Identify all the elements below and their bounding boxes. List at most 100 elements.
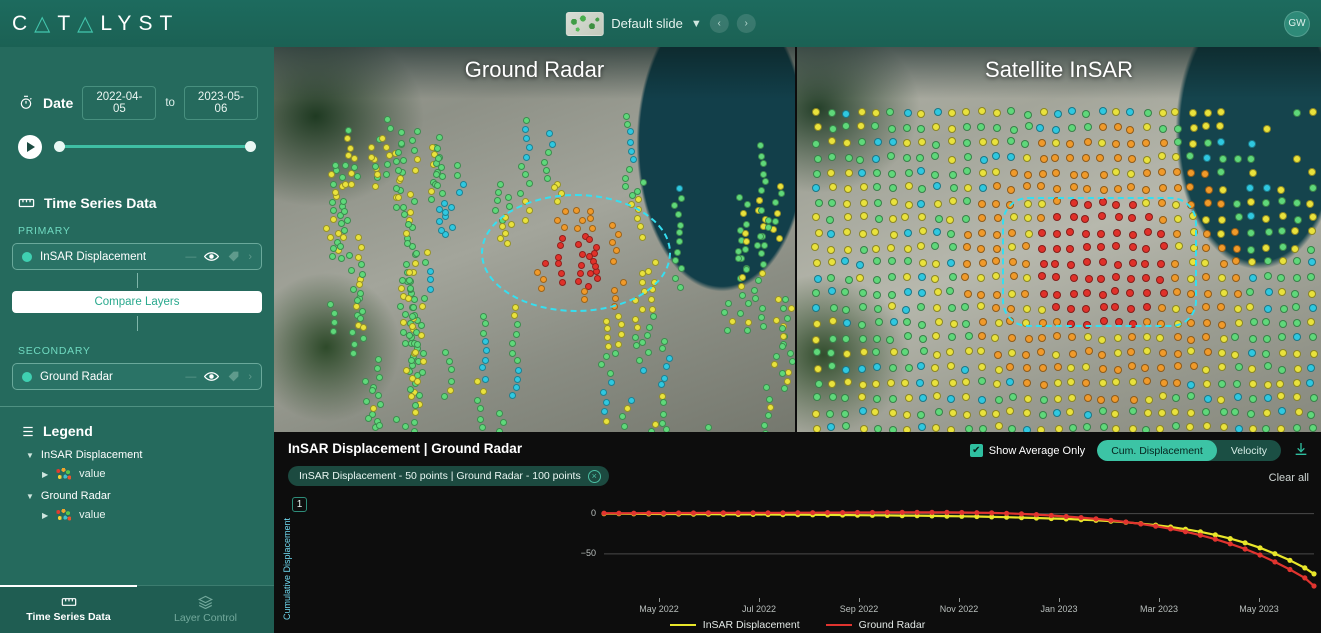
prev-slide-button[interactable]: ‹ <box>710 14 729 33</box>
slide-label: Default slide <box>611 16 683 31</box>
slider-track <box>54 145 256 148</box>
legend-item-ground-radar[interactable]: Ground Radar <box>826 619 926 631</box>
caret-down-icon[interactable]: ▼ <box>26 492 34 501</box>
next-slide-button[interactable]: › <box>737 14 756 33</box>
timeseries-title: Time Series Data <box>44 195 157 211</box>
clear-all-button[interactable]: Clear all <box>1269 472 1309 484</box>
map-area: Ground Radar Satellite InSAR <box>274 47 1321 432</box>
chart-panel: InSAR Displacement | Ground Radar InSAR … <box>274 432 1321 633</box>
checkbox-icon[interactable]: ✔ <box>970 444 983 457</box>
primary-group-label: PRIMARY <box>0 225 274 237</box>
sidebar-scroll: Date 2022-04-05 to 2023-05-06 <box>0 86 274 624</box>
date-to-input[interactable]: 2023-05-06 <box>184 86 258 120</box>
x-axis-tick: Jul 2022 <box>742 604 776 614</box>
x-axis-tick: Jan 2023 <box>1040 604 1077 614</box>
secondary-group-label: SECONDARY <box>0 345 274 357</box>
selection-chip[interactable]: InSAR Displacement - 50 points | Ground … <box>288 466 609 486</box>
legend-node-insar[interactable]: ▼ InSAR Displacement <box>0 449 274 461</box>
list-icon <box>18 425 34 438</box>
map-panel-ground-radar[interactable]: Ground Radar <box>274 47 795 432</box>
caret-right-icon[interactable]: ▶ <box>42 511 48 520</box>
app-logo: C△T△LYST <box>12 11 179 36</box>
legend-node-ground-radar[interactable]: ▼ Ground Radar <box>0 490 274 502</box>
tab-label: Layer Control <box>174 612 237 624</box>
tag-icon[interactable] <box>227 370 240 383</box>
map-title: Satellite InSAR <box>797 57 1321 83</box>
legend-swatch <box>670 624 696 626</box>
selection-chip-label: InSAR Displacement - 50 points | Ground … <box>299 470 581 482</box>
tab-label: Time Series Data <box>26 611 110 623</box>
compare-layers-button[interactable]: Compare Layers <box>12 291 262 313</box>
top-bar: C△T△LYST Default slide ▼ ‹ › GW <box>0 0 1321 47</box>
show-average-only-toggle[interactable]: ✔ Show Average Only <box>970 444 1085 457</box>
y-axis-tick: 0 <box>570 508 596 518</box>
connector-top <box>137 273 138 288</box>
x-axis-tick-mark <box>1059 598 1060 602</box>
close-icon[interactable]: × <box>588 470 601 483</box>
x-axis-tick-mark <box>759 598 760 602</box>
layer-expand-chevron-icon[interactable]: › <box>248 371 252 383</box>
x-axis-tick-mark <box>859 598 860 602</box>
legend-leaf-label: value <box>79 509 105 521</box>
chevron-down-icon[interactable]: ▼ <box>691 18 702 30</box>
eye-icon[interactable] <box>204 371 219 382</box>
download-icon[interactable] <box>1293 441 1309 460</box>
chart-toolbar: ✔ Show Average Only Cum. Displacement Ve… <box>970 440 1309 461</box>
chart-mode-segmented-control[interactable]: Cum. Displacement Velocity <box>1097 440 1281 461</box>
legend-label: Ground Radar <box>859 619 926 631</box>
segment-cum-displacement[interactable]: Cum. Displacement <box>1097 440 1217 461</box>
tag-icon[interactable] <box>227 250 240 263</box>
timeseries-header: Time Series Data <box>0 195 274 211</box>
x-axis-tick: May 2022 <box>639 604 679 614</box>
color-dots-icon <box>56 468 71 480</box>
layer-row-ground-radar[interactable]: Ground Radar — › <box>12 363 262 390</box>
slider-handle-start[interactable] <box>54 141 65 152</box>
slider-handle-end[interactable] <box>245 141 256 152</box>
tab-time-series-data[interactable]: Time Series Data <box>0 586 137 633</box>
play-button[interactable] <box>18 135 42 159</box>
app-root: C△T△LYST Default slide ▼ ‹ › GW Date 202… <box>0 0 1321 633</box>
caret-down-icon[interactable]: ▼ <box>26 451 34 460</box>
series-index-badge[interactable]: 1 <box>292 497 307 512</box>
layer-name: Ground Radar <box>40 371 177 383</box>
chart-legend: InSAR Displacement Ground Radar <box>274 619 1321 631</box>
chart-title: InSAR Displacement | Ground Radar <box>288 441 522 456</box>
x-axis-tick-mark <box>659 598 660 602</box>
legend-leaf-ground-radar-value[interactable]: ▶ value <box>0 509 274 521</box>
date-section: Date 2022-04-05 to 2023-05-06 <box>0 86 274 120</box>
legend-leaf-label: value <box>79 468 105 480</box>
map-title: Ground Radar <box>274 57 795 83</box>
eye-icon[interactable] <box>204 251 219 262</box>
show-average-only-label: Show Average Only <box>989 445 1085 457</box>
caret-right-icon[interactable]: ▶ <box>42 470 48 479</box>
ruler-icon <box>18 196 35 210</box>
segment-velocity[interactable]: Velocity <box>1217 440 1281 461</box>
region-of-interest-outline <box>1002 197 1197 327</box>
date-from-input[interactable]: 2022-04-05 <box>82 86 156 120</box>
layer-name: InSAR Displacement <box>40 251 177 263</box>
layer-minus-icon[interactable]: — <box>185 251 196 263</box>
x-axis-tick-mark <box>1159 598 1160 602</box>
avatar[interactable]: GW <box>1284 11 1310 37</box>
legend-item-insar[interactable]: InSAR Displacement <box>670 619 800 631</box>
slide-selector[interactable]: Default slide ▼ ‹ › <box>565 12 755 36</box>
color-dots-icon <box>56 509 71 521</box>
ruler-icon <box>61 596 77 608</box>
time-range-slider[interactable] <box>54 140 256 154</box>
layer-expand-chevron-icon[interactable]: › <box>248 251 252 263</box>
layer-color-dot <box>22 372 32 382</box>
legend-leaf-insar-value[interactable]: ▶ value <box>0 468 274 480</box>
map-panel-satellite-insar[interactable]: Satellite InSAR <box>795 47 1321 432</box>
x-axis-tick: May 2023 <box>1239 604 1279 614</box>
stopwatch-icon <box>18 95 34 111</box>
legend-title: Legend <box>43 423 93 439</box>
chart-plot[interactable]: 1 Cumulative Displacement 0−50May 2022Ju… <box>274 494 1321 633</box>
sidebar: Date 2022-04-05 to 2023-05-06 <box>0 47 274 633</box>
layer-row-insar[interactable]: InSAR Displacement — › <box>12 243 262 270</box>
layer-minus-icon[interactable]: — <box>185 371 196 383</box>
region-of-interest-outline <box>481 194 671 312</box>
x-axis-tick-mark <box>959 598 960 602</box>
legend-label: InSAR Displacement <box>703 619 800 631</box>
tab-layer-control[interactable]: Layer Control <box>137 586 274 633</box>
connector-bottom <box>137 316 138 331</box>
